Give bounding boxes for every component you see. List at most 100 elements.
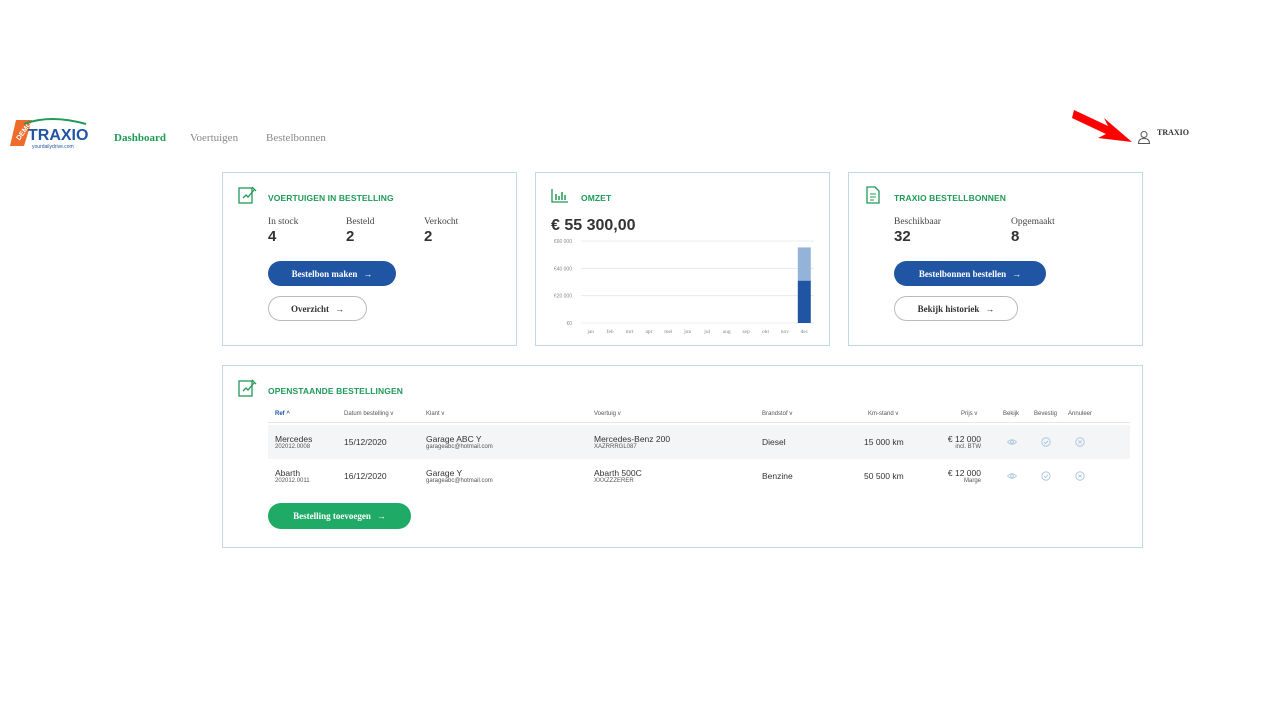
sort-down-icon: v xyxy=(974,411,978,417)
vehicles-card-title: VOERTUIGEN IN BESTELLING xyxy=(268,193,394,203)
x-circle-icon[interactable] xyxy=(1075,471,1085,481)
cell-date: 15/12/2020 xyxy=(344,437,387,447)
cell-price: € 12 000 incl. BTW xyxy=(936,434,981,450)
col-header-fuel[interactable]: Brandstof v xyxy=(762,411,792,417)
vehicle-name: Mercedes-Benz 200 xyxy=(594,434,671,444)
ref-name: Abarth xyxy=(275,468,301,478)
order-forms-card: TRAXIO BESTELLBONNEN Beschikbaar 32 Opge… xyxy=(848,172,1143,346)
stat-opgemaakt: Opgemaakt 8 xyxy=(1011,217,1055,245)
col-header-confirm: Bevestig xyxy=(1034,411,1058,417)
user-name[interactable]: TRAXIO xyxy=(1157,128,1189,137)
stat-label: Beschikbaar xyxy=(894,217,941,227)
add-order-button[interactable]: Bestelling toevoegen → xyxy=(268,503,411,529)
history-button[interactable]: Bekijk historiek → xyxy=(894,296,1018,321)
price-value: € 12 000 xyxy=(947,468,981,478)
cell-price: € 12 000 Marge xyxy=(936,468,981,484)
col-label: Voertuig xyxy=(594,411,617,417)
chart-x-tick-label: dec xyxy=(800,329,808,335)
logo-text: TRAXIO xyxy=(28,127,88,144)
chart-bar xyxy=(797,247,811,281)
user-icon[interactable] xyxy=(1137,130,1151,144)
chart-x-tick-label: okt xyxy=(762,329,770,335)
ref-name: Mercedes xyxy=(275,434,313,444)
cell-fuel: Diesel xyxy=(762,437,786,447)
arrow-right-icon: → xyxy=(334,303,344,314)
col-label: Km-stand xyxy=(868,411,894,417)
stat-label: In stock xyxy=(268,217,299,227)
stat-in-stock: In stock 4 xyxy=(268,217,298,245)
col-header-client[interactable]: Klant v xyxy=(426,411,444,417)
cell-ref: Abarth 202012.0011 xyxy=(275,468,310,484)
document-edit-icon xyxy=(238,379,257,397)
create-order-button[interactable]: Bestelbon maken → xyxy=(268,261,396,286)
check-circle-icon[interactable] xyxy=(1041,437,1051,447)
stat-besteld: Besteld 2 xyxy=(346,217,375,245)
col-header-ref[interactable]: Ref ^ xyxy=(275,411,290,417)
open-orders-card: OPENSTAANDE BESTELLINGEN Ref ^ Datum bes… xyxy=(222,365,1143,548)
price-value: € 12 000 xyxy=(947,434,981,444)
chart-x-tick-label: sep xyxy=(742,329,750,335)
col-label: Datum bestelling xyxy=(344,411,389,417)
cell-km: 15 000 km xyxy=(864,437,904,447)
price-note: incl. BTW xyxy=(955,444,981,450)
chart-y-tick-label: €0 xyxy=(566,321,572,327)
x-circle-icon[interactable] xyxy=(1075,437,1085,447)
cell-vehicle: Mercedes-Benz 200 XAZRRRGL087 xyxy=(594,434,670,450)
col-label: Brandstof xyxy=(762,411,788,417)
col-header-price[interactable]: Prijs v xyxy=(961,411,977,417)
col-header-km[interactable]: Km-stand v xyxy=(868,411,898,417)
chart-bar xyxy=(797,280,811,323)
document-icon xyxy=(866,186,880,204)
stat-value: 8 xyxy=(1011,228,1020,245)
chart-x-tick-label: aug xyxy=(723,329,731,335)
check-circle-icon[interactable] xyxy=(1041,471,1051,481)
col-header-date[interactable]: Datum bestelling v xyxy=(344,411,393,417)
sort-down-icon: v xyxy=(895,411,899,417)
nav-dashboard[interactable]: Dashboard xyxy=(114,132,166,144)
stat-label: Opgemaakt xyxy=(1011,217,1055,227)
client-email: garageabc@hotmail.com xyxy=(426,478,493,484)
col-label: Prijs xyxy=(961,411,973,417)
cell-vehicle: Abarth 500C XXXZZZERER xyxy=(594,468,642,484)
sort-down-icon: v xyxy=(617,411,621,417)
chart-x-tick-label: nov xyxy=(781,329,790,335)
button-label: Bestelling toevoegen xyxy=(293,511,371,521)
revenue-card: OMZET € 55 300,00 €0 €20 000 €40 000 €60 00… xyxy=(535,172,830,346)
eye-icon[interactable] xyxy=(1007,471,1017,481)
open-orders-title: OPENSTAANDE BESTELLINGEN xyxy=(268,386,403,396)
sort-down-icon: v xyxy=(441,411,445,417)
col-label: Ref xyxy=(275,411,285,417)
stat-beschikbaar: Beschikbaar 32 xyxy=(894,217,941,245)
button-label: Bestelbonnen bestellen xyxy=(918,268,1007,279)
table-row[interactable]: Abarth 202012.0011 16/12/2020 Garage Y g… xyxy=(268,459,1130,493)
vehicle-vin: XAZRRRGL087 xyxy=(594,444,637,450)
eye-icon[interactable] xyxy=(1007,437,1017,447)
traxio-logo[interactable]: DEMO TRAXIO yourdailydrive.com xyxy=(10,116,90,152)
cell-client: Garage Y garageabc@hotmail.com xyxy=(426,468,493,484)
chart-y-tick-label: €20 000 xyxy=(554,294,572,300)
stat-label: Besteld xyxy=(346,217,375,227)
ref-number: 202012.0011 xyxy=(275,478,310,484)
cell-fuel: Benzine xyxy=(762,471,793,481)
chart-y-tick-label: €60 000 xyxy=(554,239,572,245)
arrow-right-icon: → xyxy=(985,303,995,314)
ref-number: 202012.0008 xyxy=(275,444,311,450)
stat-verkocht: Verkocht 2 xyxy=(424,217,458,245)
col-header-vehicle[interactable]: Voertuig v xyxy=(594,411,621,417)
nav-bestelbonnen[interactable]: Bestelbonnen xyxy=(266,132,326,144)
vehicles-card: VOERTUIGEN IN BESTELLING In stock 4 Best… xyxy=(222,172,517,346)
vehicle-vin: XXXZZZERER xyxy=(594,478,634,484)
arrow-right-icon: → xyxy=(363,268,373,279)
table-row[interactable]: Mercedes 202012.0008 15/12/2020 Garage A… xyxy=(268,425,1130,459)
button-label: Overzicht xyxy=(291,303,329,314)
price-note: Marge xyxy=(963,478,981,484)
sort-down-icon: v xyxy=(789,411,793,417)
button-label: Bestelbon maken xyxy=(291,268,358,279)
order-forms-button[interactable]: Bestelbonnen bestellen → xyxy=(894,261,1046,286)
stat-value: 32 xyxy=(894,228,911,245)
stat-value: 2 xyxy=(346,228,355,245)
stat-value: 2 xyxy=(424,228,433,245)
sort-down-icon: v xyxy=(390,411,394,417)
nav-voertuigen[interactable]: Voertuigen xyxy=(190,132,238,144)
overview-button[interactable]: Overzicht → xyxy=(268,296,367,321)
